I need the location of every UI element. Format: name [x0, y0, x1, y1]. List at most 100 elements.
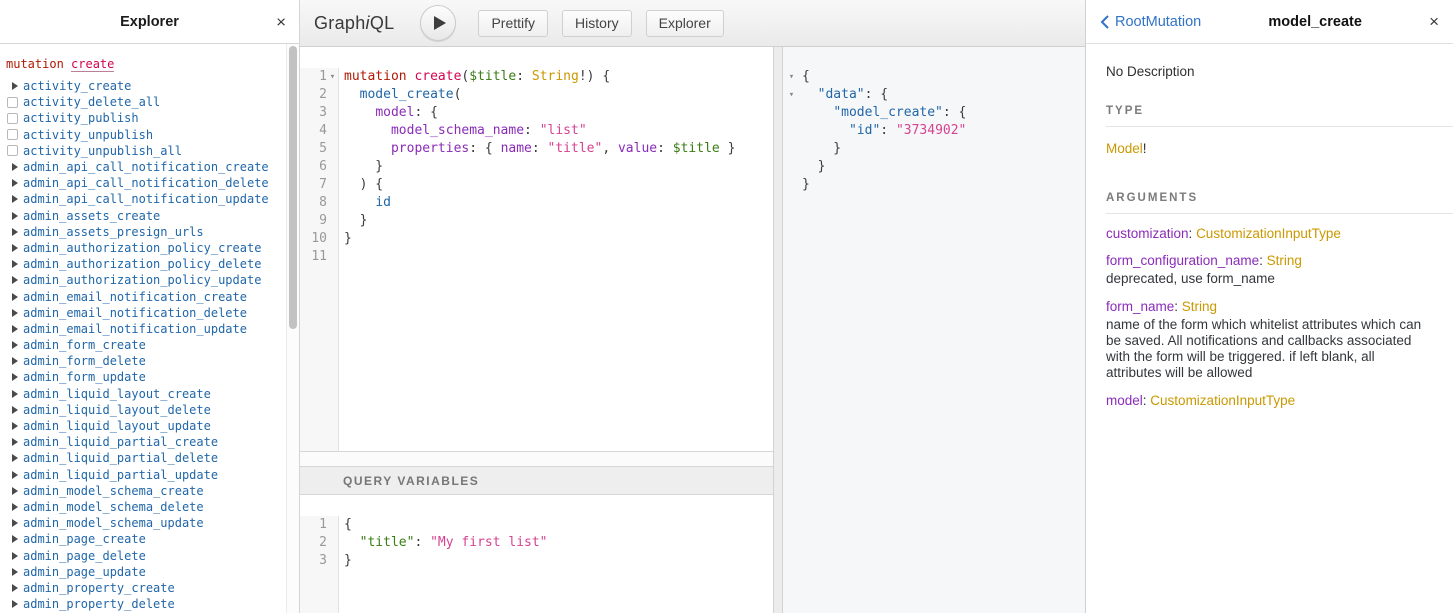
expand-arrow-icon[interactable] [12, 422, 18, 430]
code-line [344, 248, 735, 266]
explorer-field-row[interactable]: admin_liquid_partial_delete [6, 450, 285, 466]
expand-arrow-icon[interactable] [12, 195, 18, 203]
explorer-field-row[interactable]: admin_api_call_notification_create [6, 159, 285, 175]
type-name-link[interactable]: Model [1106, 141, 1143, 156]
field-label: admin_email_notification_delete [23, 306, 247, 320]
explorer-field-row[interactable]: admin_model_schema_create [6, 483, 285, 499]
explorer-field-row[interactable]: admin_page_update [6, 564, 285, 580]
expand-arrow-icon[interactable] [12, 454, 18, 462]
explorer-field-row[interactable]: admin_assets_create [6, 208, 285, 224]
explorer-field-row[interactable]: activity_delete_all [6, 94, 285, 110]
explorer-field-row[interactable]: admin_liquid_partial_update [6, 467, 285, 483]
expand-arrow-icon[interactable] [12, 390, 18, 398]
expand-arrow-icon[interactable] [12, 487, 18, 495]
checkbox-icon[interactable] [7, 145, 18, 156]
pane-resizer-handle[interactable] [773, 47, 783, 613]
doc-argument: form_configuration_name: Stringdeprecate… [1106, 253, 1433, 287]
explorer-field-row[interactable]: admin_assets_presign_urls [6, 224, 285, 240]
field-label: admin_property_create [23, 581, 175, 595]
expand-arrow-icon[interactable] [12, 357, 18, 365]
explorer-field-row[interactable]: admin_form_delete [6, 353, 285, 369]
explorer-field-row[interactable]: admin_liquid_layout_delete [6, 402, 285, 418]
explorer-field-row[interactable]: admin_form_update [6, 369, 285, 385]
execute-button[interactable] [420, 5, 456, 41]
explorer-field-row[interactable]: activity_create [6, 78, 285, 94]
field-label: admin_email_notification_create [23, 290, 247, 304]
field-label: admin_liquid_layout_delete [23, 403, 211, 417]
fold-toggle-icon[interactable]: ▾ [786, 86, 797, 104]
argument-type-link[interactable]: CustomizationInputType [1150, 393, 1295, 408]
doc-back-link[interactable]: RootMutation [1100, 14, 1201, 30]
explorer-field-row[interactable]: admin_email_notification_delete [6, 305, 285, 321]
explorer-field-row[interactable]: activity_unpublish [6, 127, 285, 143]
checkbox-icon[interactable] [7, 97, 18, 108]
expand-arrow-icon[interactable] [12, 341, 18, 349]
explorer-field-row[interactable]: activity_unpublish_all [6, 143, 285, 159]
explorer-field-row[interactable]: admin_page_create [6, 531, 285, 547]
expand-arrow-icon[interactable] [12, 179, 18, 187]
explorer-field-row[interactable]: admin_property_create [6, 580, 285, 596]
expand-arrow-icon[interactable] [12, 600, 18, 608]
code-line: } [344, 212, 735, 230]
expand-arrow-icon[interactable] [12, 373, 18, 381]
expand-arrow-icon[interactable] [12, 212, 18, 220]
explorer-field-row[interactable]: admin_liquid_partial_create [6, 434, 285, 450]
expand-arrow-icon[interactable] [12, 82, 18, 90]
explorer-toggle-button[interactable]: Explorer [646, 10, 724, 37]
variables-editor[interactable]: 123 { "title": "My first list"} [300, 495, 773, 613]
argument-type-link[interactable]: String [1267, 253, 1302, 268]
explorer-field-row[interactable]: admin_model_schema_update [6, 515, 285, 531]
expand-arrow-icon[interactable] [12, 228, 18, 236]
checkbox-icon[interactable] [7, 113, 18, 124]
expand-arrow-icon[interactable] [12, 535, 18, 543]
explorer-field-row[interactable]: admin_authorization_policy_delete [6, 256, 285, 272]
explorer-field-row[interactable]: admin_api_call_notification_delete [6, 175, 285, 191]
explorer-field-row[interactable]: admin_model_schema_delete [6, 499, 285, 515]
expand-arrow-icon[interactable] [12, 471, 18, 479]
explorer-field-row[interactable]: admin_page_delete [6, 547, 285, 563]
expand-arrow-icon[interactable] [12, 503, 18, 511]
explorer-field-row[interactable]: admin_form_create [6, 337, 285, 353]
expand-arrow-icon[interactable] [12, 568, 18, 576]
explorer-field-row[interactable]: admin_liquid_layout_update [6, 418, 285, 434]
prettify-button[interactable]: Prettify [478, 10, 548, 37]
expand-arrow-icon[interactable] [12, 293, 18, 301]
explorer-field-row[interactable]: admin_property_delete [6, 596, 285, 612]
expand-arrow-icon[interactable] [12, 552, 18, 560]
argument-description: deprecated, use form_name [1106, 271, 1433, 287]
explorer-field-row[interactable]: activity_publish [6, 110, 285, 126]
explorer-field-row[interactable]: admin_authorization_policy_update [6, 272, 285, 288]
chevron-left-icon [1100, 15, 1109, 29]
expand-arrow-icon[interactable] [12, 260, 18, 268]
expand-arrow-icon[interactable] [12, 519, 18, 527]
expand-arrow-icon[interactable] [12, 309, 18, 317]
operation-name-input[interactable]: create [71, 57, 114, 72]
explorer-field-row[interactable]: admin_authorization_policy_create [6, 240, 285, 256]
fold-toggle-icon[interactable]: ▾ [786, 68, 797, 86]
expand-arrow-icon[interactable] [12, 244, 18, 252]
expand-arrow-icon[interactable] [12, 276, 18, 284]
doc-body: No Description TYPE Model! ARGUMENTS cus… [1086, 44, 1453, 408]
argument-type-link[interactable]: String [1182, 299, 1217, 314]
line-number: 11 [311, 248, 327, 266]
checkbox-icon[interactable] [7, 129, 18, 140]
fold-toggle-icon[interactable]: ▾ [327, 68, 338, 86]
expand-arrow-icon[interactable] [12, 406, 18, 414]
explorer-close-icon[interactable]: × [276, 13, 286, 30]
field-label: activity_delete_all [23, 95, 160, 109]
query-variables-header[interactable]: QUERY VARIABLES [300, 466, 773, 495]
explorer-field-row[interactable]: admin_liquid_layout_create [6, 386, 285, 402]
history-button[interactable]: History [562, 10, 632, 37]
explorer-field-row[interactable]: admin_api_call_notification_update [6, 191, 285, 207]
expand-arrow-icon[interactable] [12, 325, 18, 333]
doc-close-icon[interactable]: × [1429, 13, 1439, 30]
expand-arrow-icon[interactable] [12, 584, 18, 592]
expand-arrow-icon[interactable] [12, 163, 18, 171]
result-json: { "data": { "model_create": { "id": "373… [797, 68, 966, 613]
expand-arrow-icon[interactable] [12, 438, 18, 446]
query-editor[interactable]: 1▾234567891011 mutation create($title: S… [300, 47, 773, 452]
explorer-field-row[interactable]: admin_email_notification_create [6, 288, 285, 304]
explorer-field-row[interactable]: admin_email_notification_update [6, 321, 285, 337]
explorer-scrollbar-thumb[interactable] [289, 46, 297, 329]
argument-type-link[interactable]: CustomizationInputType [1196, 226, 1341, 241]
